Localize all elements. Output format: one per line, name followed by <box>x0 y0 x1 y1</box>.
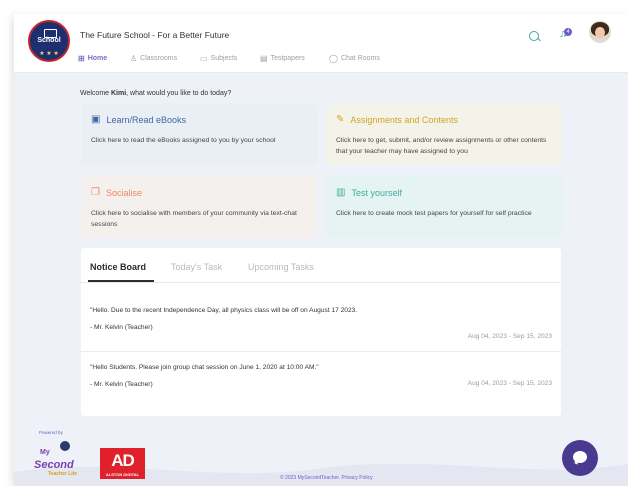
nav-label: Subjects <box>210 55 238 62</box>
card-description: Click here to get, submit, and/or review… <box>336 137 547 155</box>
welcome-prefix: Welcome <box>80 90 111 97</box>
notice-item: "Hello Students. Please join group chat … <box>90 364 552 388</box>
nav-label: Home <box>87 55 108 62</box>
monitor-icon: ▥ <box>336 187 346 198</box>
card-ebooks[interactable]: ▣ Learn/Read eBooks Click here to read t… <box>81 103 317 165</box>
notification-badge: 4 <box>564 28 572 36</box>
nav-classrooms[interactable]: ♙ Classrooms <box>130 54 177 63</box>
nav-chat-rooms[interactable]: ◯ Chat Rooms <box>329 54 380 63</box>
chat-icon: ❐ <box>91 187 100 198</box>
nav-label: Classrooms <box>140 55 178 62</box>
nav-label: Testpapers <box>270 55 305 62</box>
card-test-yourself[interactable]: ▥ Test yourself Click here to create moc… <box>326 176 562 238</box>
avatar[interactable] <box>589 21 611 43</box>
card-assignments[interactable]: ✎ Assignments and Contents Click here to… <box>326 103 562 165</box>
card-description: Click here to create mock test papers fo… <box>336 210 532 217</box>
card-title: Assignments and Contents <box>350 114 458 125</box>
card-description: Click here to socialise with members of … <box>91 210 297 228</box>
notice-message: "Hello. Due to the recent Independence D… <box>90 307 358 314</box>
nav-testpapers[interactable]: ▤ Testpapers <box>260 54 305 63</box>
school-title: The Future School - For a Better Future <box>80 30 230 40</box>
chat-bubble-icon <box>573 451 587 463</box>
welcome-suffix: , what would you like to do today? <box>126 90 232 97</box>
notice-message: "Hello Students. Please join group chat … <box>90 364 319 371</box>
app-frame: School ★ ★ ★ The Future School - For a B… <box>14 14 628 486</box>
grid-icon: ⊞ <box>78 54 85 63</box>
tab-upcoming-tasks[interactable]: Upcoming Tasks <box>248 262 314 272</box>
school-logo[interactable]: School ★ ★ ★ <box>28 20 70 62</box>
book-icon: ▭ <box>200 54 208 63</box>
notice-tabs: Notice Board Today's Task Upcoming Tasks <box>81 248 561 283</box>
person-icon: ♙ <box>130 54 138 63</box>
nav-home[interactable]: ⊞ Home <box>78 54 107 63</box>
nav-label: Chat Rooms <box>340 55 380 62</box>
tab-notice-board[interactable]: Notice Board <box>90 262 146 272</box>
logo-text: School <box>37 37 61 44</box>
alston-digital-logo: AD ALSTON DIGITAL <box>100 448 145 479</box>
welcome-message: Welcome Kimi, what would you like to do … <box>80 90 231 97</box>
nav-subjects[interactable]: ▭ Subjects <box>200 54 237 63</box>
divider <box>81 351 561 352</box>
star-icon: ★ ★ ★ <box>39 51 59 57</box>
chat-button[interactable] <box>562 440 598 476</box>
card-title: Learn/Read eBooks <box>106 114 187 125</box>
notice-item: "Hello. Due to the recent Independence D… <box>90 307 552 340</box>
edit-icon: ✎ <box>336 114 345 125</box>
powered-by-label: Powered by <box>39 430 63 435</box>
card-title: Test yourself <box>351 187 402 198</box>
card-socialise[interactable]: ❐ Socialise Click here to socialise with… <box>81 176 317 238</box>
tab-todays-task[interactable]: Today's Task <box>171 262 222 272</box>
mysecondteacher-logo: My Second Teacher Lite <box>34 441 94 479</box>
active-tab-indicator <box>88 280 154 282</box>
chat-icon: ◯ <box>329 54 338 63</box>
notice-board: Notice Board Today's Task Upcoming Tasks… <box>81 248 561 416</box>
notice-dates: Aug 04, 2023 - Sep 15, 2023 <box>467 333 552 340</box>
user-name: Kimi <box>111 90 127 97</box>
card-title: Socialise <box>105 187 142 198</box>
document-icon: ▤ <box>260 54 268 63</box>
video-icon: ▣ <box>91 114 101 125</box>
search-icon[interactable] <box>529 31 539 41</box>
top-header: School ★ ★ ★ The Future School - For a B… <box>14 14 628 73</box>
notice-dates: Aug 04, 2023 - Sep 15, 2023 <box>467 380 552 387</box>
notice-author: - Mr. Kelvin (Teacher) <box>90 324 153 331</box>
card-description: Click here to read the eBooks assigned t… <box>91 137 276 144</box>
copyright-text[interactable]: © 2023 MySecondTeacher. Privacy Policy <box>280 475 373 481</box>
